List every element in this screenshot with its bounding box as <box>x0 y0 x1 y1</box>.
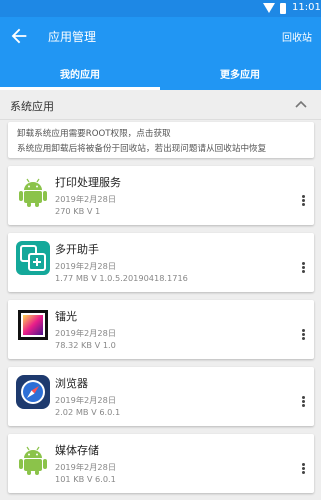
browser-compass-icon <box>16 375 50 409</box>
app-size-version: 2.02 MB V 6.0.1 <box>55 407 121 417</box>
android-icon <box>19 446 47 475</box>
more-options-icon[interactable] <box>298 463 308 477</box>
recycle-bin-button[interactable]: 回收站 <box>282 29 312 44</box>
more-options-icon[interactable] <box>298 396 308 410</box>
more-options-icon[interactable] <box>298 329 308 343</box>
status-time: 11:01 <box>292 2 321 13</box>
app-date: 2019年2月28日 <box>55 261 117 271</box>
system-apps-section-header[interactable]: 系统应用 <box>0 90 321 120</box>
status-bar: 11:01 <box>0 0 321 17</box>
app-size-version: 270 KB V 1 <box>55 206 101 216</box>
app-size-version: 78.32 KB V 1.0 <box>55 340 116 350</box>
more-options-icon[interactable] <box>298 262 308 276</box>
notice-line-root: 卸载系统应用需要ROOT权限，点击获取 <box>17 129 171 139</box>
android-icon <box>19 178 47 207</box>
section-title: 系统应用 <box>10 100 54 113</box>
app-date: 2019年2月28日 <box>55 462 117 472</box>
app-card-multi-open[interactable]: 多开助手 2019年2月28日 1.77 MB V 1.0.5.20190418… <box>8 233 314 292</box>
battery-icon <box>280 3 286 14</box>
app-name: 浏览器 <box>55 377 88 390</box>
app-name: 媒体存储 <box>55 444 99 457</box>
app-card-media-storage[interactable]: 媒体存储 2019年2月28日 101 KB V 6.0.1 <box>8 434 314 493</box>
app-date: 2019年2月28日 <box>55 395 117 405</box>
page-title: 应用管理 <box>48 30 97 44</box>
app-name: 镭光 <box>55 310 77 323</box>
app-date: 2019年2月28日 <box>55 328 117 338</box>
app-bar: 应用管理 回收站 我的应用 更多应用 <box>0 17 321 90</box>
app-name: 多开助手 <box>55 243 99 256</box>
app-size-version: 101 KB V 6.0.1 <box>55 474 116 484</box>
gallery-icon <box>18 310 48 340</box>
chevron-up-icon[interactable] <box>295 100 307 108</box>
notice-line-backup: 系统应用卸载后将被备份于回收站，若出现问题请从回收站中恢复 <box>17 144 267 154</box>
app-name: 打印处理服务 <box>55 176 121 189</box>
tab-more-apps[interactable]: 更多应用 <box>160 66 320 81</box>
back-arrow-icon[interactable] <box>8 25 30 47</box>
app-card-print-service[interactable]: 打印处理服务 2019年2月28日 270 KB V 1 <box>8 166 314 225</box>
app-card-browser[interactable]: 浏览器 2019年2月28日 2.02 MB V 6.0.1 <box>8 367 314 426</box>
app-card-gallery[interactable]: 镭光 2019年2月28日 78.32 KB V 1.0 <box>8 300 314 359</box>
wifi-icon <box>263 3 275 13</box>
multi-open-icon <box>16 241 50 275</box>
app-size-version: 1.77 MB V 1.0.5.20190418.1716 <box>55 273 188 283</box>
app-date: 2019年2月28日 <box>55 194 117 204</box>
more-options-icon[interactable] <box>298 195 308 209</box>
root-permission-notice[interactable]: 卸载系统应用需要ROOT权限，点击获取 系统应用卸载后将被备份于回收站，若出现问… <box>8 122 314 158</box>
tab-my-apps[interactable]: 我的应用 <box>0 66 160 81</box>
